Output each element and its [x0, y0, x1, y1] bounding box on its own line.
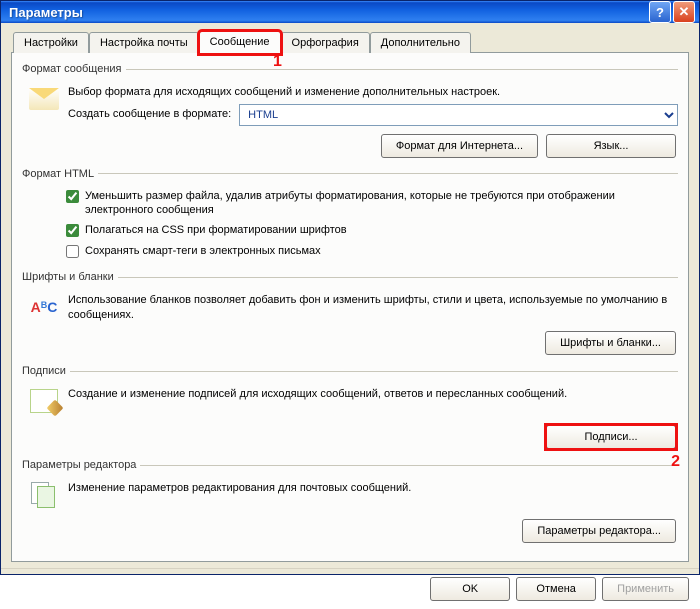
tab-spelling[interactable]: Орфография: [281, 32, 370, 53]
abc-icon: ABC: [28, 291, 60, 323]
group-fonts: Шрифты и бланки ABC Использование бланко…: [22, 271, 678, 355]
group-signatures: Подписи Создание и изменение подписей дл…: [22, 365, 678, 449]
cb-smart-tags-input[interactable]: [66, 245, 79, 258]
close-button[interactable]: ✕: [673, 1, 695, 23]
internet-format-button[interactable]: Формат для Интернета...: [381, 134, 538, 158]
group-message-format: Формат сообщения Выбор формата для исход…: [22, 63, 678, 158]
tab-settings[interactable]: Настройки: [13, 32, 89, 53]
create-format-label: Создать сообщение в формате:: [68, 107, 231, 122]
ok-button[interactable]: OK: [430, 577, 510, 601]
titlebar: Параметры ? ✕: [1, 1, 699, 23]
signature-icon: [28, 385, 60, 417]
sign-desc: Создание и изменение подписей для исходя…: [68, 385, 678, 402]
tab-advanced[interactable]: Дополнительно: [370, 32, 471, 53]
tab-panel: Формат сообщения Выбор формата для исход…: [11, 52, 689, 562]
format-desc: Выбор формата для исходящих сообщений и …: [68, 85, 678, 100]
group-legend: Формат сообщения: [22, 63, 126, 75]
group-legend: Параметры редактора: [22, 459, 140, 471]
tab-mailsetup[interactable]: Настройка почты: [89, 32, 199, 53]
group-legend: Шрифты и бланки: [22, 271, 118, 283]
cb-rely-css-input[interactable]: [66, 224, 79, 237]
help-button[interactable]: ?: [649, 1, 671, 23]
cb-rely-css[interactable]: Полагаться на CSS при форматировании шри…: [22, 220, 678, 240]
editor-desc: Изменение параметров редактирования для …: [68, 479, 678, 496]
apply-button[interactable]: Применить: [602, 577, 689, 601]
signatures-button[interactable]: Подписи...: [546, 425, 676, 449]
group-legend: Формат HTML: [22, 168, 98, 180]
window-title: Параметры: [9, 5, 647, 20]
docs-icon: [28, 479, 60, 511]
language-button[interactable]: Язык...: [546, 134, 676, 158]
dialog-footer: OK Отмена Применить: [1, 568, 699, 609]
editor-options-button[interactable]: Параметры редактора...: [522, 519, 676, 543]
callout-2: 2: [671, 453, 680, 471]
callout-1: 1: [273, 53, 282, 71]
format-combo[interactable]: HTML: [239, 104, 678, 126]
group-legend: Подписи: [22, 365, 70, 377]
cb-reduce-size[interactable]: Уменьшить размер файла, удалив атрибуты …: [22, 186, 678, 221]
cb-smart-tags[interactable]: Сохранять смарт-теги в электронных письм…: [22, 241, 678, 261]
group-editor: Параметры редактора Изменение параметров…: [22, 459, 678, 543]
tab-message[interactable]: Сообщение: [199, 31, 281, 54]
group-html-format: Формат HTML Уменьшить размер файла, удал…: [22, 168, 678, 261]
cancel-button[interactable]: Отмена: [516, 577, 596, 601]
fonts-button[interactable]: Шрифты и бланки...: [545, 331, 676, 355]
cb-reduce-size-input[interactable]: [66, 190, 79, 203]
tab-strip: Настройки Настройка почты Сообщение Орфо…: [11, 31, 689, 53]
envelope-icon: [28, 83, 60, 115]
fonts-desc: Использование бланков позволяет добавить…: [68, 291, 678, 323]
